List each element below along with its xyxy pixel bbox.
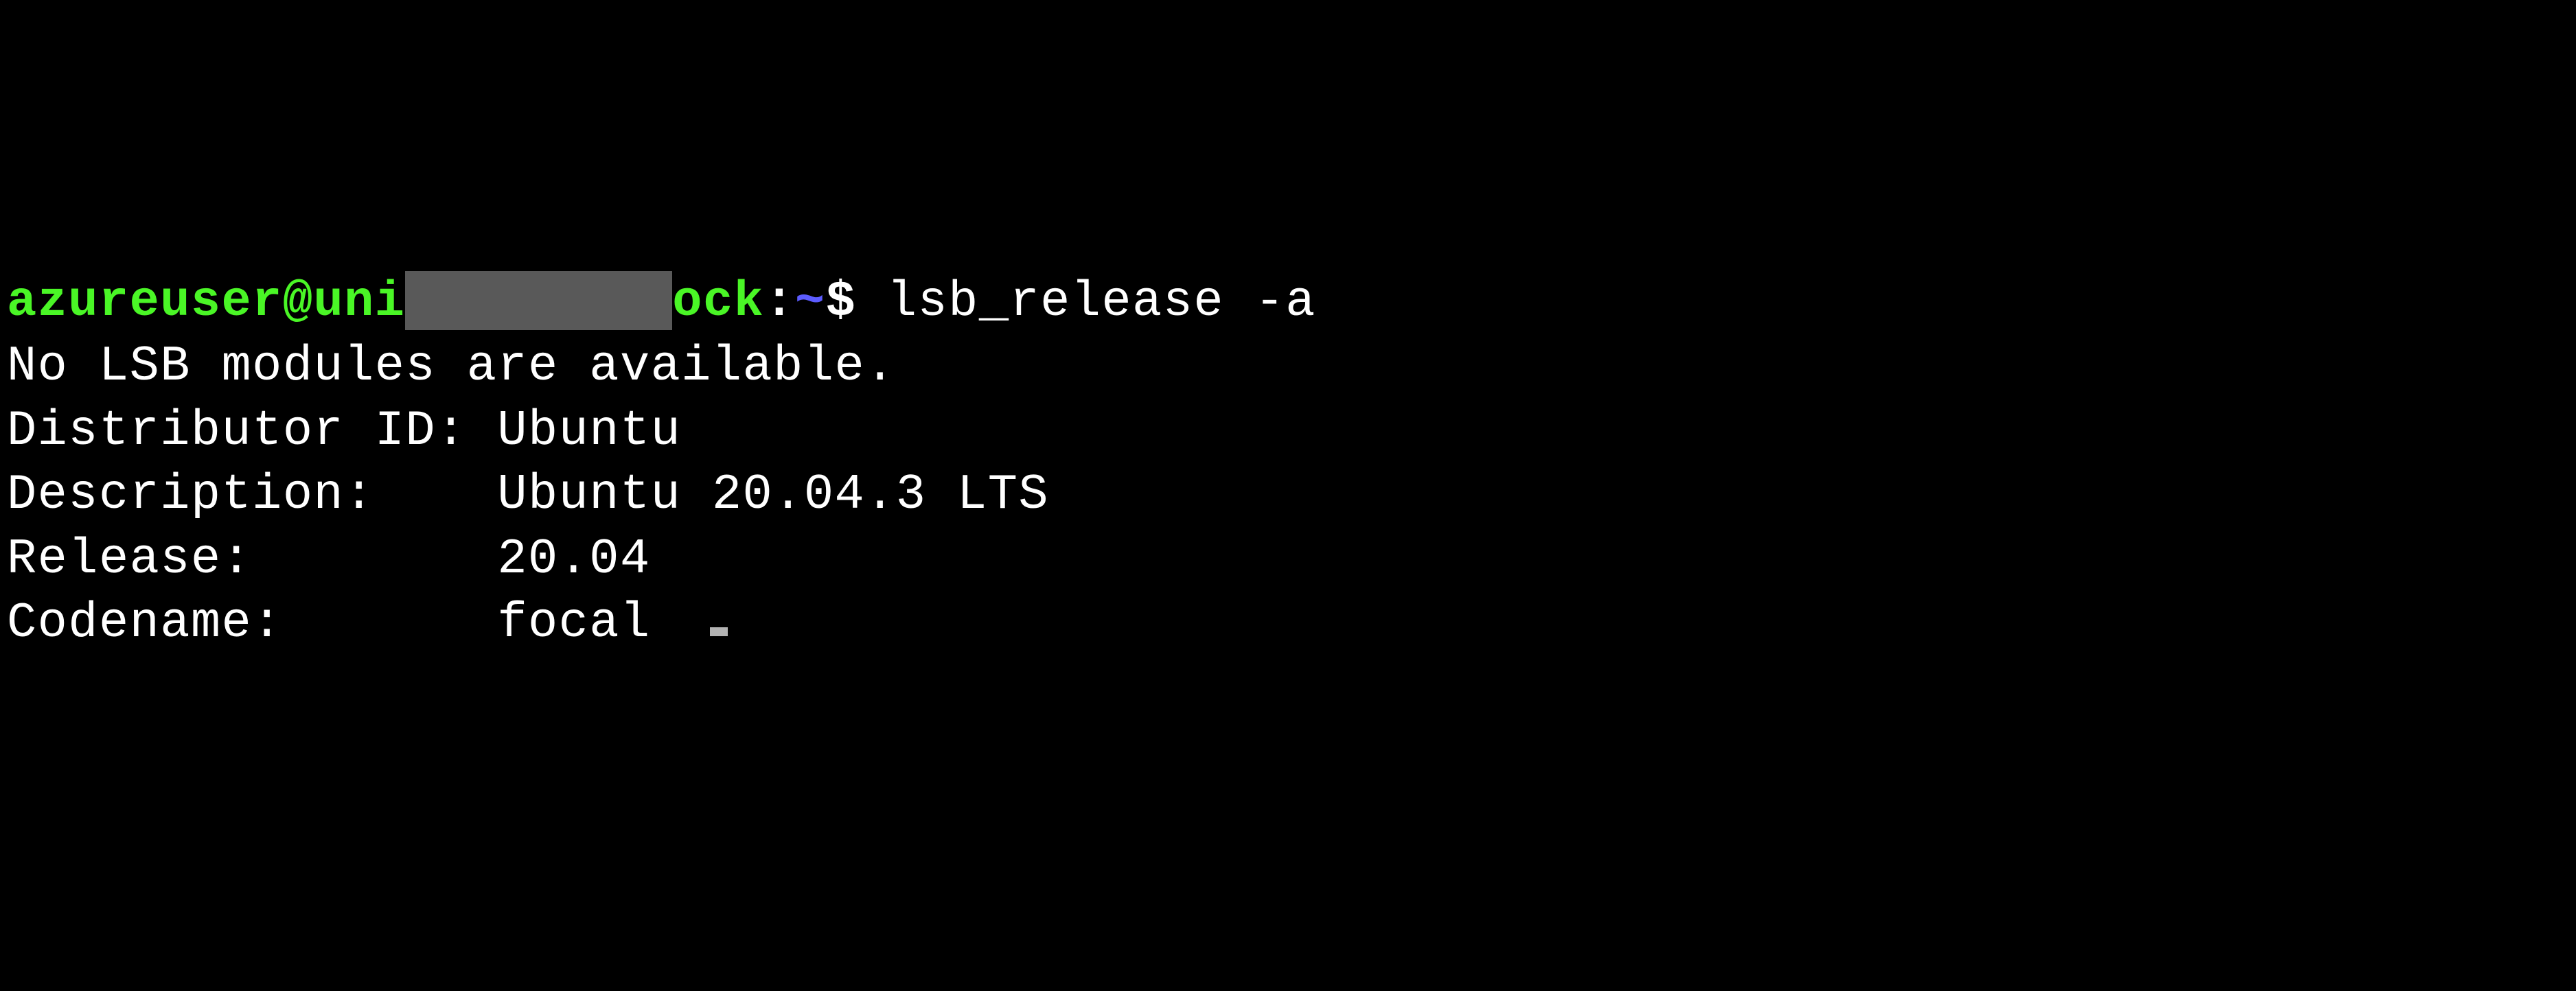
distributor-label: Distributor ID: <box>7 403 467 459</box>
prompt-path: ~ <box>795 274 826 330</box>
distributor-value: Ubuntu <box>467 403 682 459</box>
output-line-codename: Codename: focal <box>7 592 2569 656</box>
output-line-release: Release: 20.04 <box>7 528 2569 592</box>
release-value: 20.04 <box>252 531 650 587</box>
prompt-host-prefix: uni <box>313 274 405 330</box>
release-label: Release: <box>7 531 252 587</box>
prompt-line: azureuser@uni ock:~$ lsb_release -a <box>7 270 2569 335</box>
prompt-separator: : <box>764 274 795 330</box>
terminal-window[interactable]: azureuser@uni ock:~$ lsb_release -aNo LSB… <box>7 270 2569 656</box>
description-label: Description: <box>7 467 375 523</box>
prompt-host-suffix: ock <box>672 274 764 330</box>
codename-label: Codename: <box>7 595 283 651</box>
cursor-icon <box>710 627 728 636</box>
prompt-user: azureuser <box>7 274 283 330</box>
prompt-at: @ <box>283 274 314 330</box>
output-line-1: No LSB modules are available. <box>7 335 2569 399</box>
output-line-distributor: Distributor ID: Ubuntu <box>7 399 2569 464</box>
redacted-hostname <box>405 271 672 330</box>
output-line-description: Description: Ubuntu 20.04.3 LTS <box>7 463 2569 528</box>
prompt-symbol: $ <box>826 274 857 330</box>
command-input[interactable]: lsb_release -a <box>856 274 1316 330</box>
codename-value: focal <box>283 595 651 651</box>
description-value: Ubuntu 20.04.3 LTS <box>375 467 1049 523</box>
